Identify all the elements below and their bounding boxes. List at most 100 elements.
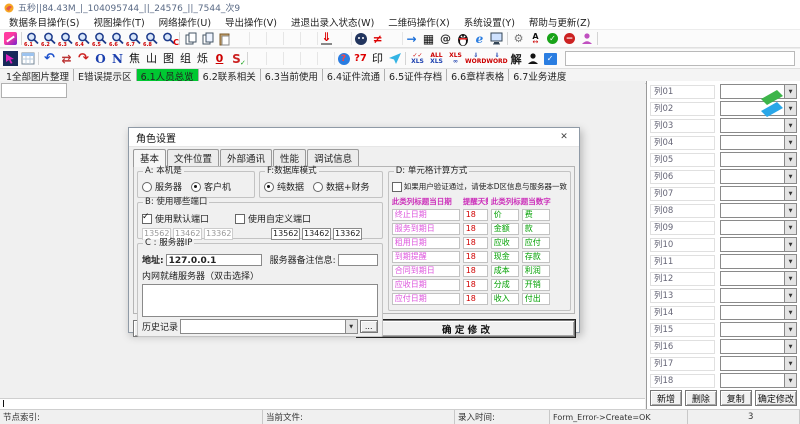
network-help-button[interactable]: ?	[335, 51, 352, 66]
zoom-section-button[interactable]: 6.5	[92, 31, 109, 46]
number-keyword-cell[interactable]: 价	[491, 209, 519, 221]
zoom-section-button[interactable]: 6.1	[24, 31, 41, 46]
export-format-button[interactable]: ✓✓ XLS	[408, 51, 427, 66]
column-dropdown[interactable]	[720, 322, 797, 337]
server-note-field[interactable]	[338, 254, 378, 266]
radio-option[interactable]: 服务器	[142, 180, 182, 193]
column-dropdown[interactable]	[720, 339, 797, 354]
computer-button[interactable]	[488, 31, 505, 46]
radio-option[interactable]: 数据+财务	[313, 180, 370, 193]
question-7-button[interactable]: ?7	[352, 51, 369, 66]
column-dropdown[interactable]	[720, 288, 797, 303]
sync-check-row[interactable]: 如果用户验证通过，请使本D区信息与服务器一致	[392, 181, 567, 192]
dialog-tab[interactable]: 调试信息	[307, 149, 359, 166]
import-button[interactable]: ⇓	[318, 31, 335, 46]
browse-button[interactable]: ...	[360, 320, 378, 333]
menu-item[interactable]: 网络操作(U)	[152, 15, 218, 29]
empty-cell-box[interactable]	[1, 83, 67, 98]
custom-port-field[interactable]: 13462	[302, 228, 331, 240]
floating-s-logo-icon[interactable]	[752, 84, 792, 124]
panel-button[interactable]: 确定修改	[755, 390, 797, 406]
cjk-tool-button[interactable]: 山	[143, 51, 160, 66]
undo-button[interactable]: ↶	[41, 51, 58, 66]
cjk-tool-button[interactable]: 组	[177, 51, 194, 66]
export-format-button[interactable]: ⇓ WORD	[486, 51, 507, 66]
s-check-button[interactable]: S	[228, 51, 245, 66]
date-keyword-cell[interactable]: 合同到期日	[392, 265, 460, 277]
number-keyword-cell[interactable]: 款	[522, 223, 550, 235]
menu-item[interactable]: 导出操作(V)	[218, 15, 284, 29]
date-keyword-cell[interactable]: 应收日期	[392, 279, 460, 291]
qq-button[interactable]	[454, 31, 471, 46]
custom-port-field[interactable]: 13362	[333, 228, 362, 240]
not-equal-button[interactable]: ≠	[369, 31, 386, 46]
confirm-modify-button[interactable]: 确 定 修 改	[357, 320, 575, 337]
calendar-button[interactable]	[19, 51, 36, 66]
date-keyword-cell[interactable]: 到期提醒	[392, 251, 460, 263]
email-button[interactable]: @	[437, 31, 454, 46]
number-keyword-cell[interactable]: 现金	[491, 251, 519, 263]
number-keyword-cell[interactable]: 利润	[522, 265, 550, 277]
dialog-titlebar[interactable]: 角色设置 ✕	[129, 128, 579, 147]
zoom-section-button[interactable]: 6.7	[126, 31, 143, 46]
font-size-button[interactable]: A ↔	[527, 31, 544, 46]
user-status-button[interactable]	[352, 31, 369, 46]
confirm-button[interactable]: ✓	[544, 31, 561, 46]
dialog-tab[interactable]: 性能	[273, 149, 306, 166]
column-dropdown[interactable]	[720, 169, 797, 184]
column-dropdown[interactable]	[720, 237, 797, 252]
profile-button[interactable]	[578, 31, 595, 46]
menu-item[interactable]: 系统设置(Y)	[457, 15, 522, 29]
user-remove-button[interactable]	[525, 51, 542, 66]
number-keyword-cell[interactable]: 金额	[491, 223, 519, 235]
export-format-button[interactable]: ALL XLS	[427, 51, 446, 66]
column-dropdown[interactable]	[720, 203, 797, 218]
number-keyword-cell[interactable]: 费	[522, 209, 550, 221]
radio-option[interactable]: 纯数据	[264, 180, 304, 193]
menu-item[interactable]: 进退出录入状态(W)	[284, 15, 381, 29]
number-keyword-cell[interactable]: 分成	[491, 279, 519, 291]
bottom-edit-strip[interactable]	[0, 398, 645, 409]
zoom-section-button[interactable]: 6.2	[41, 31, 58, 46]
date-keyword-cell[interactable]: 租用日期	[392, 237, 460, 249]
paste-button[interactable]	[216, 31, 233, 46]
send-button[interactable]	[386, 51, 403, 66]
dialog-tab[interactable]: 文件位置	[167, 149, 219, 166]
column-dropdown[interactable]	[720, 152, 797, 167]
history-dropdown[interactable]	[180, 319, 358, 334]
dialog-tab[interactable]: 基本	[133, 149, 166, 167]
date-keyword-cell[interactable]: 服务到期日	[392, 223, 460, 235]
qr-code-button[interactable]: ▦	[420, 31, 437, 46]
remind-days-cell[interactable]: 18	[463, 293, 488, 305]
copy-page-button[interactable]	[182, 31, 199, 46]
column-dropdown[interactable]	[720, 305, 797, 320]
menu-item[interactable]: 视图操作(T)	[86, 15, 151, 29]
export-format-button[interactable]: ⇓ WORD	[465, 51, 486, 66]
zero-button[interactable]: 0	[211, 51, 228, 66]
export-format-button[interactable]: XLS ∞	[446, 51, 465, 66]
panel-button[interactable]: 删除	[685, 390, 717, 406]
lan-servers-listbox[interactable]	[142, 284, 378, 317]
close-icon[interactable]: ✕	[556, 132, 572, 142]
number-keyword-cell[interactable]: 应收	[491, 237, 519, 249]
radio-option[interactable]: 客户机	[191, 180, 231, 193]
zoom-c-button[interactable]: C	[160, 31, 177, 46]
remind-days-cell[interactable]: 18	[463, 223, 488, 235]
checkbox-option[interactable]: 使用默认端口	[142, 212, 209, 225]
unlock-button[interactable]: 解	[508, 51, 525, 66]
checkbox-option[interactable]: 使用自定义端口	[235, 212, 311, 225]
browser-button[interactable]: e	[471, 31, 488, 46]
column-dropdown[interactable]	[720, 135, 797, 150]
cjk-tool-button[interactable]: 焦	[126, 51, 143, 66]
menu-item[interactable]: 二维码操作(X)	[381, 15, 456, 29]
zoom-section-button[interactable]: 6.3	[58, 31, 75, 46]
settings-button[interactable]: ⚙	[510, 31, 527, 46]
swap-button[interactable]: ⇄	[58, 51, 75, 66]
letter-n-button[interactable]: N	[109, 51, 126, 66]
remind-days-cell[interactable]: 18	[463, 237, 488, 249]
remind-days-cell[interactable]: 18	[463, 251, 488, 263]
custom-port-field[interactable]: 13562	[271, 228, 300, 240]
remind-days-cell[interactable]: 18	[463, 209, 488, 221]
number-keyword-cell[interactable]: 开销	[522, 279, 550, 291]
number-keyword-cell[interactable]: 成本	[491, 265, 519, 277]
